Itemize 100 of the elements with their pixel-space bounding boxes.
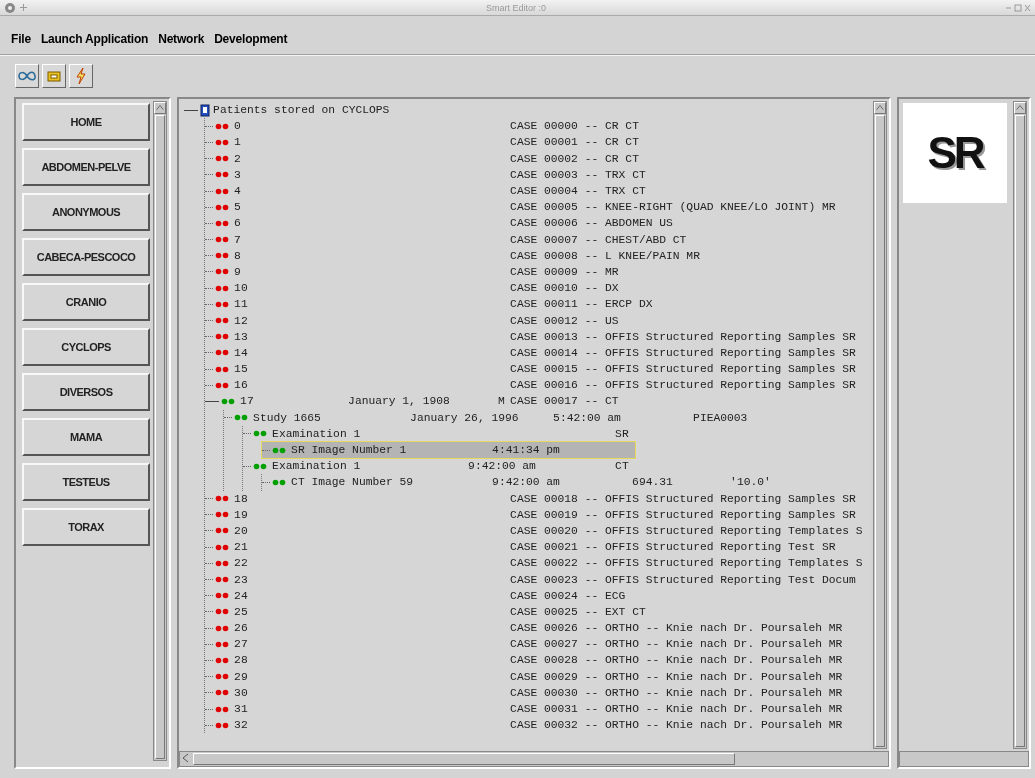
category-button[interactable]: CYCLOPS bbox=[22, 328, 151, 366]
category-button[interactable]: CRANIO bbox=[22, 283, 151, 321]
tree-item-label[interactable]: 2 bbox=[234, 152, 241, 165]
tree-item-case: CASE 00004 -- TRX CT bbox=[510, 185, 647, 198]
tree-item-label[interactable]: 1 bbox=[234, 136, 241, 149]
scroll-up-icon[interactable] bbox=[1014, 102, 1026, 114]
sr-logo: SR bbox=[903, 103, 1007, 203]
tree-item-sex: M bbox=[498, 395, 506, 408]
tree-item-label[interactable]: 3 bbox=[234, 168, 241, 181]
tree-item-label[interactable]: 19 bbox=[234, 508, 248, 521]
vertical-scrollbar[interactable] bbox=[873, 101, 887, 749]
lightning-icon bbox=[75, 67, 87, 85]
vertical-scrollbar[interactable] bbox=[153, 101, 168, 761]
menu-item[interactable]: Network bbox=[153, 30, 210, 48]
tree-item-label[interactable]: 22 bbox=[234, 557, 248, 570]
tree-item-label[interactable]: 32 bbox=[234, 719, 248, 732]
tree-item-time: 9:42:00 am bbox=[468, 460, 537, 473]
tree-item-label[interactable]: CT Image Number 59 bbox=[291, 476, 414, 489]
category-button[interactable]: ANONYMOUS bbox=[22, 193, 151, 231]
tree-item-label[interactable]: 5 bbox=[234, 201, 241, 214]
tree-item-date: January 26, 1996 bbox=[410, 411, 520, 424]
tree-item-case: CASE 00012 -- US bbox=[510, 314, 620, 327]
tree-item-case: CASE 00009 -- MR bbox=[510, 265, 620, 278]
vertical-scrollbar[interactable] bbox=[1013, 101, 1027, 749]
tree-item-case: CASE 00013 -- OFFIS Structured Reporting Samples SR bbox=[510, 330, 857, 343]
category-button[interactable]: TESTEUS bbox=[22, 463, 151, 501]
window-title: Smart Editor :0 bbox=[486, 2, 546, 13]
tree-item-label[interactable]: 21 bbox=[234, 541, 248, 554]
tree-item-time: 9:42:00 am bbox=[492, 476, 561, 489]
tree-item-label[interactable]: 4 bbox=[234, 185, 241, 198]
tree-item-case: CASE 00027 -- ORTHO -- Knie nach Dr. Poursaleh MR bbox=[510, 638, 844, 651]
tree-item-label[interactable]: 6 bbox=[234, 217, 241, 230]
folder-button[interactable] bbox=[42, 64, 66, 88]
tree-item-case: CASE 00018 -- OFFIS Structured Reporting Samples SR bbox=[510, 492, 857, 505]
menu-item[interactable]: Development bbox=[209, 30, 293, 48]
lightning-button[interactable] bbox=[69, 64, 93, 88]
tree-item-label[interactable]: Study 1665 bbox=[253, 411, 321, 424]
category-button[interactable]: TORAX bbox=[22, 508, 151, 546]
tree-item-case: CASE 00021 -- OFFIS Structured Reporting Test SR bbox=[510, 541, 837, 554]
category-button[interactable]: DIVERSOS bbox=[22, 373, 151, 411]
tree-item-time: 4:41:34 pm bbox=[492, 444, 561, 457]
tree-item-label[interactable]: 14 bbox=[234, 346, 248, 359]
tree-item-label[interactable]: SR Image Number 1 bbox=[291, 444, 407, 457]
tree-item-label[interactable]: 16 bbox=[234, 379, 248, 392]
tree-item-label[interactable]: 18 bbox=[234, 492, 248, 505]
tree-item-label[interactable]: 17 bbox=[240, 395, 254, 408]
tree-item-label[interactable]: 8 bbox=[234, 249, 241, 262]
tree-item-label[interactable]: 7 bbox=[234, 233, 241, 246]
infinity-icon bbox=[18, 71, 36, 81]
horizontal-scrollbar[interactable] bbox=[899, 751, 1029, 767]
category-button[interactable]: MAMA bbox=[22, 418, 151, 456]
category-button[interactable]: HOME bbox=[22, 103, 151, 141]
tree-item-case: CASE 00028 -- ORTHO -- Knie nach Dr. Poursaleh MR bbox=[510, 654, 844, 667]
scroll-up-icon[interactable] bbox=[874, 102, 886, 114]
tree-item-label[interactable]: 28 bbox=[234, 654, 248, 667]
tree-item-case: CASE 00003 -- TRX CT bbox=[510, 168, 647, 181]
horizontal-scrollbar[interactable] bbox=[179, 751, 889, 767]
menu-item[interactable]: Launch Application bbox=[35, 30, 154, 48]
tree-item-label[interactable]: 10 bbox=[234, 282, 248, 295]
scroll-up-icon[interactable] bbox=[154, 102, 167, 114]
tree-item-label[interactable]: 9 bbox=[234, 265, 241, 278]
tree-item-case: CASE 00001 -- CR CT bbox=[510, 136, 640, 149]
tree-item-label[interactable]: 15 bbox=[234, 363, 248, 376]
tree-item-label[interactable]: 27 bbox=[234, 638, 248, 651]
tree-item-label[interactable]: 24 bbox=[234, 589, 248, 602]
tree-item-extra: '10.0' bbox=[730, 476, 772, 489]
tree-item-case: CASE 00025 -- EXT CT bbox=[510, 605, 647, 618]
tree-item-case: CASE 00017 -- CT bbox=[510, 395, 620, 408]
tree-item-case: CASE 00011 -- ERCP DX bbox=[510, 298, 654, 311]
tree-item-label[interactable]: 26 bbox=[234, 622, 248, 635]
category-button[interactable]: CABECA-PESCOCO bbox=[22, 238, 151, 276]
tree-item-label[interactable]: 23 bbox=[234, 573, 248, 586]
tree-item-label[interactable]: 0 bbox=[234, 120, 241, 133]
category-button[interactable]: ABDOMEN-PELVE bbox=[22, 148, 151, 186]
pin-icon[interactable] bbox=[20, 4, 27, 11]
tree-item-case: CASE 00006 -- ABDOMEN US bbox=[510, 217, 674, 230]
tree-item-label[interactable]: 12 bbox=[234, 314, 248, 327]
tree-item-label[interactable]: Examination 1 bbox=[272, 460, 361, 473]
link-button[interactable] bbox=[15, 64, 39, 88]
tree-item-label[interactable]: 31 bbox=[234, 703, 248, 716]
tree-item-modality: SR bbox=[615, 427, 630, 440]
tree-item-case: CASE 00008 -- L KNEE/PAIN MR bbox=[510, 249, 701, 262]
tree-item-label[interactable]: 20 bbox=[234, 524, 248, 537]
tree-item-case: CASE 00007 -- CHEST/ABD CT bbox=[510, 233, 688, 246]
tree-item-modality: CT bbox=[615, 460, 630, 473]
tree-item-date: January 1, 1908 bbox=[348, 395, 451, 408]
tree-item-label[interactable]: Examination 1 bbox=[272, 427, 361, 440]
app-icon[interactable] bbox=[4, 1, 16, 14]
tree-item-case: CASE 00016 -- OFFIS Structured Reporting Samples SR bbox=[510, 379, 857, 392]
tree-item-label[interactable]: 25 bbox=[234, 605, 248, 618]
tree-item-case: CASE 00015 -- OFFIS Structured Reporting Samples SR bbox=[510, 363, 857, 376]
tree-item-label[interactable]: 29 bbox=[234, 670, 248, 683]
tree-item-label[interactable]: 11 bbox=[234, 298, 248, 311]
tree-item-label[interactable]: 13 bbox=[234, 330, 248, 343]
tree-item-case: CASE 00005 -- KNEE-RIGHT (QUAD KNEE/LO JOINT) MR bbox=[510, 201, 837, 214]
tree-item-case: CASE 00032 -- ORTHO -- Knie nach Dr. Poursaleh MR bbox=[510, 719, 844, 732]
tree-root-label[interactable]: Patients stored on CYCLOPS bbox=[213, 104, 390, 117]
folder-icon bbox=[47, 70, 61, 82]
tree-item-label[interactable]: 30 bbox=[234, 686, 248, 699]
menu-item[interactable]: File bbox=[6, 30, 36, 48]
